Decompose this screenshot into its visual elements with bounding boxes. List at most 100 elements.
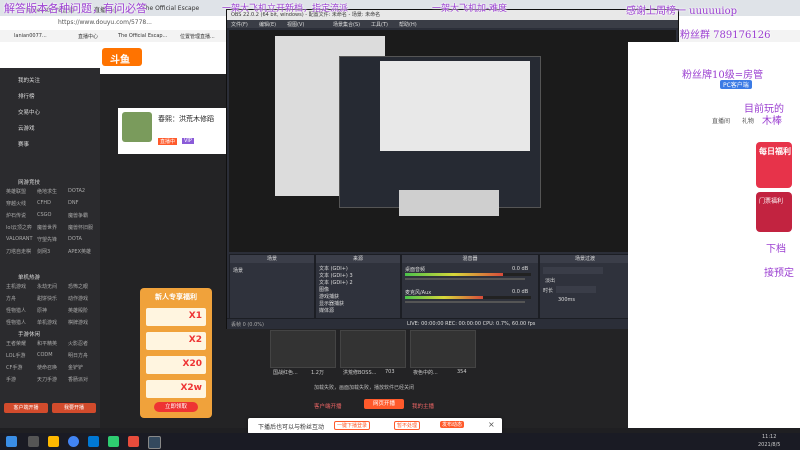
sidebar-game-item[interactable]: lol云顶之弈 — [6, 224, 32, 231]
obs-menu-help[interactable]: 帮助(H) — [399, 21, 417, 28]
sidebar-game-item[interactable]: 怪物猎人 — [6, 307, 26, 314]
my-streamer-link[interactable]: 我的主播 — [412, 402, 434, 410]
source-item[interactable]: 图像 — [319, 286, 353, 293]
obs-taskbar-icon[interactable] — [148, 436, 161, 449]
sidebar-game-item[interactable]: APEX英雄 — [68, 248, 91, 255]
sidebar-game-item[interactable]: 和平精英 — [37, 340, 57, 347]
bookmark[interactable]: 直播中心 — [78, 33, 98, 40]
room-avatar[interactable] — [122, 112, 152, 142]
client-start-link[interactable]: 客户端开播 — [314, 402, 342, 410]
sidebar-game-item[interactable]: 穿越火线 — [6, 200, 26, 207]
duration-input[interactable]: 300ms — [556, 286, 596, 303]
sidebar-item-esports[interactable]: 赛事 — [18, 140, 96, 148]
bookmark[interactable]: lanian0077... — [14, 33, 47, 39]
sidebar-game-item[interactable]: CODM — [37, 352, 53, 358]
source-item[interactable]: 文本 (GDI+) — [319, 265, 353, 272]
obs-menu-scene-collection[interactable]: 场景集合(S) — [333, 21, 360, 28]
obs-menu-edit[interactable]: 编辑(E) — [259, 21, 276, 28]
sidebar-game-item[interactable]: LOL手游 — [6, 352, 25, 359]
sidebar-game-item[interactable]: CSGO — [37, 212, 51, 218]
sidebar-game-item[interactable]: 棋牌游戏 — [68, 319, 88, 326]
close-icon[interactable]: × — [488, 420, 495, 429]
sidebar-game-item[interactable]: 王者荣耀 — [6, 340, 26, 347]
sidebar-game-item[interactable]: 魔兽世界 — [37, 224, 57, 231]
sidebar-game-item[interactable]: 手游 — [6, 376, 16, 383]
newbie-promo[interactable]: 新人专享福利 X1 X2 X20 X2w 立即领取 — [140, 288, 212, 418]
app-icon[interactable] — [108, 436, 119, 447]
sidebar-game-item[interactable]: CFHD — [37, 200, 51, 206]
bookmark[interactable]: The Official Escap... — [118, 33, 167, 39]
source-item[interactable]: 显示器捕获 — [319, 300, 353, 307]
app-icon[interactable] — [128, 436, 139, 447]
source-item[interactable]: 游戏捕获 — [319, 293, 353, 300]
mixer-mic-slider[interactable] — [405, 301, 525, 303]
sidebar-game-item[interactable]: 火影忍者 — [68, 340, 88, 347]
sidebar-game-item[interactable]: 刀塔自走棋 — [6, 248, 31, 255]
sidebar-game-item[interactable]: DOTA — [68, 236, 82, 242]
file-explorer-icon[interactable] — [48, 436, 59, 447]
notice-post-button[interactable]: 发布动态 — [440, 421, 465, 428]
douyu-logo[interactable]: 斗鱼 — [102, 48, 142, 66]
stream-thumb[interactable]: 国战红色... 1.2万 — [270, 330, 336, 376]
promo-claim-button[interactable]: 立即领取 — [154, 402, 198, 412]
transition-select[interactable]: 淡出 — [543, 267, 603, 284]
mixer-desktop-slider[interactable] — [405, 278, 525, 280]
sidebar-game-item[interactable]: CF手游 — [6, 364, 22, 371]
source-item[interactable]: 媒体源 — [319, 307, 353, 314]
stream-thumb[interactable]: 洪荒修BOSS... 703 — [340, 330, 406, 376]
sidebar-game-item[interactable]: 永劫无间 — [37, 283, 57, 290]
client-broadcast-button[interactable]: 客户端开播 — [4, 403, 48, 413]
web-start-button[interactable]: 网页开播 — [364, 399, 404, 409]
sidebar-game-item[interactable]: 恐怖之眼 — [68, 283, 88, 290]
obs-menu-view[interactable]: 视图(V) — [287, 21, 304, 28]
sidebar-game-item[interactable]: 甜饼快乐 — [37, 295, 57, 302]
sidebar-game-item[interactable]: 炉石传说 — [6, 212, 26, 219]
sidebar-item-trade[interactable]: 交易中心 — [18, 108, 96, 116]
obs-menu-tools[interactable]: 工具(T) — [371, 21, 388, 28]
sidebar-game-item[interactable]: 方舟 — [6, 295, 16, 302]
edge-icon[interactable] — [88, 436, 99, 447]
obs-preview[interactable] — [229, 30, 676, 252]
sidebar-game-item[interactable]: 剑网3 — [37, 248, 50, 255]
windows-start-icon[interactable] — [6, 436, 17, 447]
sidebar-game-item[interactable]: 魔兽争霸 — [68, 212, 88, 219]
notice-login-button[interactable]: 一键下播登录 — [334, 421, 371, 430]
sidebar-game-item[interactable]: VALORANT — [6, 236, 33, 242]
daily-gift-banner[interactable]: 每日福利 — [756, 142, 792, 188]
sidebar-game-item[interactable]: DNF — [68, 200, 78, 206]
sidebar-game-item[interactable]: 原神 — [37, 307, 47, 314]
source-item[interactable]: 文本 (GDI+) 3 — [319, 272, 353, 279]
stream-thumb[interactable]: 夜色中的... 354 — [410, 330, 476, 376]
sidebar-game-item[interactable]: 使命召唤 — [37, 364, 57, 371]
search-icon[interactable] — [28, 436, 39, 447]
chrome-icon[interactable] — [68, 436, 79, 447]
sidebar-game-item[interactable]: 英雄殿阶 — [68, 307, 88, 314]
sidebar-game-item[interactable]: 动作游戏 — [68, 295, 88, 302]
notice-ignore-button[interactable]: 暂不处理 — [394, 421, 421, 430]
sidebar-game-item[interactable]: 守望先锋 — [37, 236, 57, 243]
right-tab-room[interactable]: 直播间 — [712, 116, 730, 125]
sidebar-item-cloud[interactable]: 云游戏 — [18, 124, 96, 132]
source-item[interactable]: 文本 (GDI+) 2 — [319, 279, 353, 286]
sidebar-item-rank[interactable]: 排行榜 — [18, 92, 96, 100]
ticket-gift-banner[interactable]: 门票福利 — [756, 192, 792, 232]
browser-tab[interactable]: The Official Escape — [142, 5, 199, 12]
sidebar-game-item[interactable]: DOTA2 — [68, 188, 85, 194]
sidebar-game-item[interactable]: 香肠派对 — [68, 376, 88, 383]
sidebar-game-item[interactable]: 怪物猎人 — [6, 319, 26, 326]
sidebar-game-item[interactable]: 主机游戏 — [6, 283, 26, 290]
sidebar-game-item[interactable]: 天刀手游 — [37, 376, 57, 383]
sidebar-game-item[interactable]: 单机游戏 — [37, 319, 57, 326]
sidebar-game-item[interactable]: 明日方舟 — [68, 352, 88, 359]
obs-menu-file[interactable]: 文件(F) — [231, 21, 248, 28]
sidebar-game-item[interactable]: 金铲铲 — [68, 364, 83, 371]
sidebar-game-item[interactable]: 英雄联盟 — [6, 188, 26, 195]
pc-client-badge[interactable]: PC客户端 — [720, 80, 752, 89]
start-broadcast-button[interactable]: 我要开播 — [52, 403, 96, 413]
sidebar-game-item[interactable]: 魔兽怀旧服 — [68, 224, 93, 231]
scene-item[interactable]: 场景 — [233, 267, 243, 274]
sidebar-game-item[interactable]: 绝地求生 — [37, 188, 57, 195]
right-tab-gift[interactable]: 礼物 — [742, 116, 754, 125]
bookmark[interactable]: 位置管理直播... — [180, 33, 215, 40]
url-text[interactable]: https://www.douyu.com/5778... — [58, 19, 152, 26]
